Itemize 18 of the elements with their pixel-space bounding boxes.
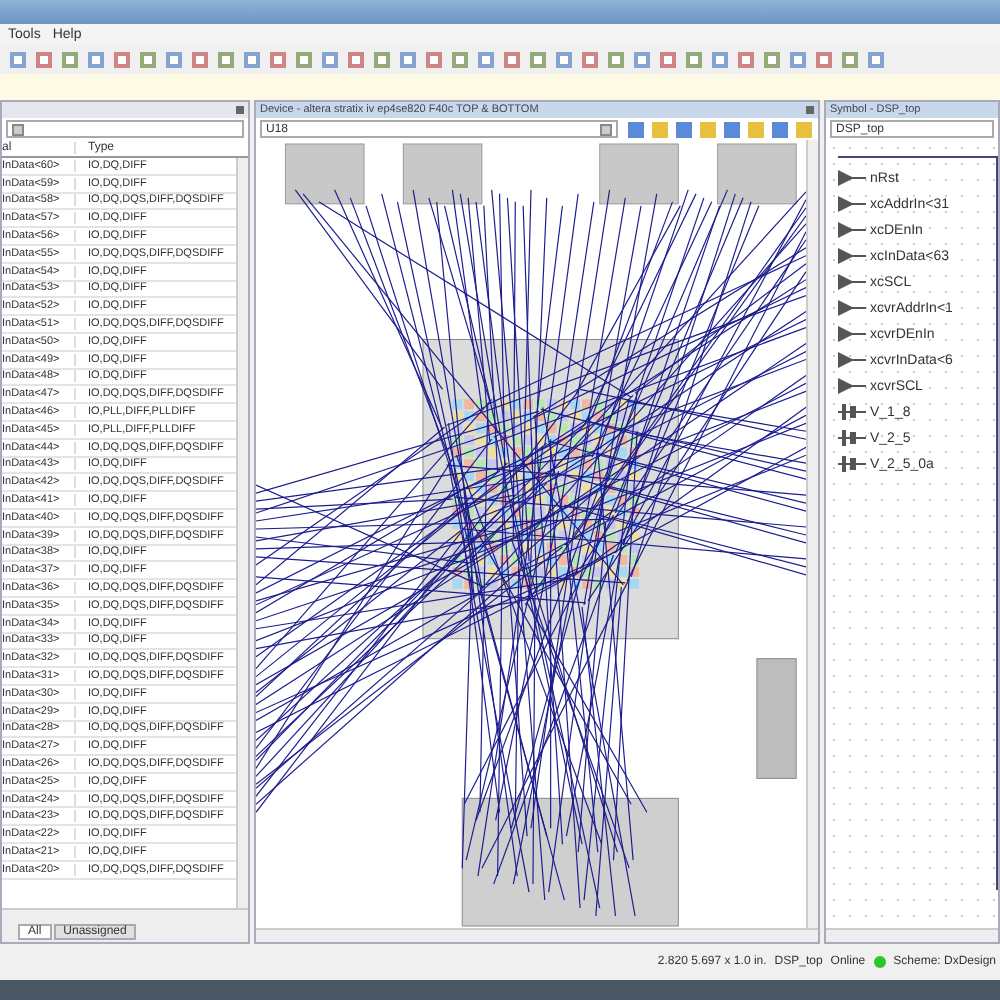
input-pin-icon bbox=[838, 326, 866, 342]
filter-dropdown[interactable] bbox=[6, 120, 244, 138]
power-pin-icon bbox=[838, 430, 866, 446]
scrollbar[interactable] bbox=[256, 928, 818, 942]
input-pin-icon bbox=[838, 300, 866, 316]
input-pin-icon bbox=[838, 170, 866, 186]
input-pin-icon bbox=[838, 196, 866, 212]
input-pin-icon bbox=[838, 274, 866, 290]
power-pin-icon bbox=[838, 404, 866, 420]
input-pin-icon bbox=[838, 378, 866, 394]
scrollbar[interactable] bbox=[806, 140, 818, 928]
input-pin-icon bbox=[838, 352, 866, 368]
scrollbar[interactable] bbox=[826, 928, 998, 942]
input-pin-icon bbox=[838, 248, 866, 264]
scrollbar[interactable] bbox=[236, 158, 248, 908]
power-pin-icon bbox=[838, 456, 866, 472]
scrollbar[interactable] bbox=[2, 908, 248, 922]
input-pin-icon bbox=[838, 222, 866, 238]
